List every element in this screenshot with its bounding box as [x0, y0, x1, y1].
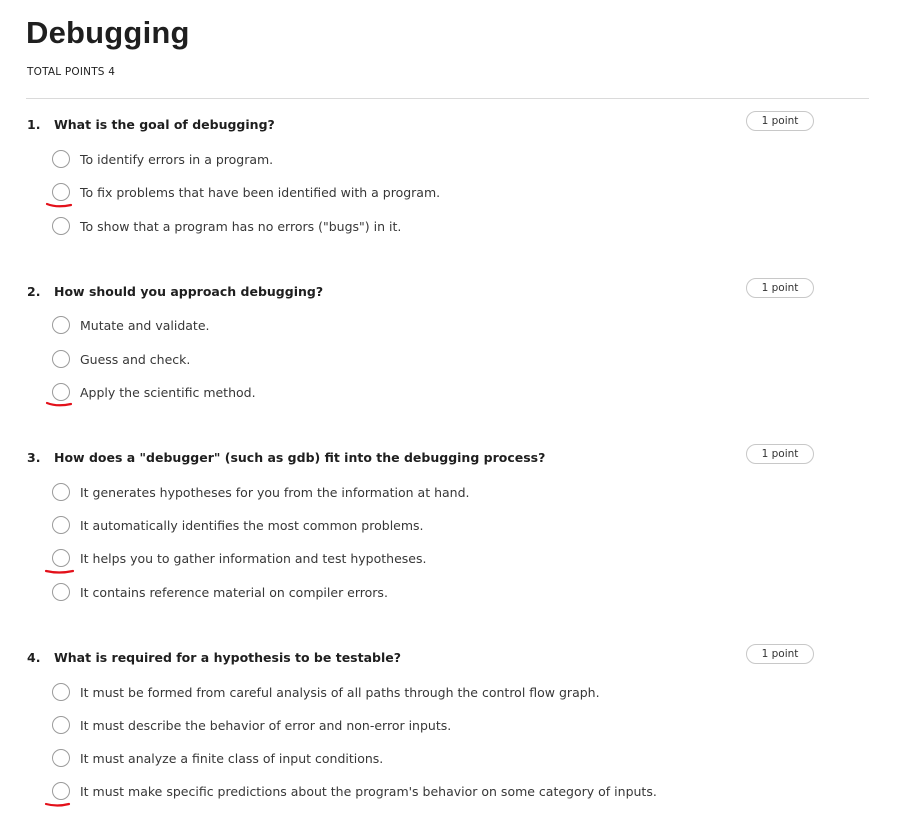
radio-button[interactable] [52, 749, 70, 767]
red-underline-mark [44, 802, 71, 807]
radio-button[interactable] [52, 150, 70, 168]
option-label: It generates hypotheses for you from the… [80, 485, 470, 500]
radio-button[interactable] [52, 683, 70, 701]
question-number: 4. [27, 650, 41, 665]
option-label: To identify errors in a program. [80, 152, 274, 167]
question-number: 3. [27, 450, 41, 465]
option-label: It must describe the behavior of error a… [80, 718, 452, 733]
radio-button[interactable] [52, 316, 70, 334]
question-text: How does a "debugger" (such as gdb) fit … [54, 450, 546, 465]
option-label: To fix problems that have been identifie… [80, 185, 441, 200]
option-label: It must make specific predictions about … [80, 784, 657, 799]
question-text: What is required for a hypothesis to be … [54, 650, 401, 665]
radio-button[interactable] [52, 383, 70, 401]
question-text: What is the goal of debugging? [54, 117, 275, 132]
radio-button[interactable] [52, 782, 70, 800]
radio-button[interactable] [52, 716, 70, 734]
radio-button[interactable] [52, 549, 70, 567]
total-points: TOTAL POINTS 4 [27, 66, 116, 78]
option-label: Guess and check. [80, 352, 191, 367]
red-underline-mark [45, 202, 73, 208]
red-underline-mark [45, 401, 73, 407]
page-title: Debugging [26, 15, 190, 50]
radio-button[interactable] [52, 483, 70, 501]
option-label: It helps you to gather information and t… [80, 551, 427, 566]
red-underline-mark [44, 569, 75, 574]
option-label: Mutate and validate. [80, 318, 210, 333]
points-badge: 1 point [746, 278, 814, 298]
radio-button[interactable] [52, 350, 70, 368]
header-divider [26, 98, 869, 99]
option-label: Apply the scientific method. [80, 385, 256, 400]
radio-button[interactable] [52, 183, 70, 201]
points-badge: 1 point [746, 111, 814, 131]
radio-button[interactable] [52, 516, 70, 534]
option-label: It contains reference material on compil… [80, 585, 388, 600]
option-label: It must analyze a finite class of input … [80, 751, 384, 766]
question-number: 1. [27, 117, 41, 132]
points-badge: 1 point [746, 444, 814, 464]
radio-button[interactable] [52, 583, 70, 601]
option-label: It automatically identifies the most com… [80, 518, 424, 533]
question-number: 2. [27, 284, 41, 299]
points-badge: 1 point [746, 644, 814, 664]
option-label: To show that a program has no errors ("b… [80, 219, 402, 234]
question-text: How should you approach debugging? [54, 284, 324, 299]
option-label: It must be formed from careful analysis … [80, 685, 600, 700]
radio-button[interactable] [52, 217, 70, 235]
